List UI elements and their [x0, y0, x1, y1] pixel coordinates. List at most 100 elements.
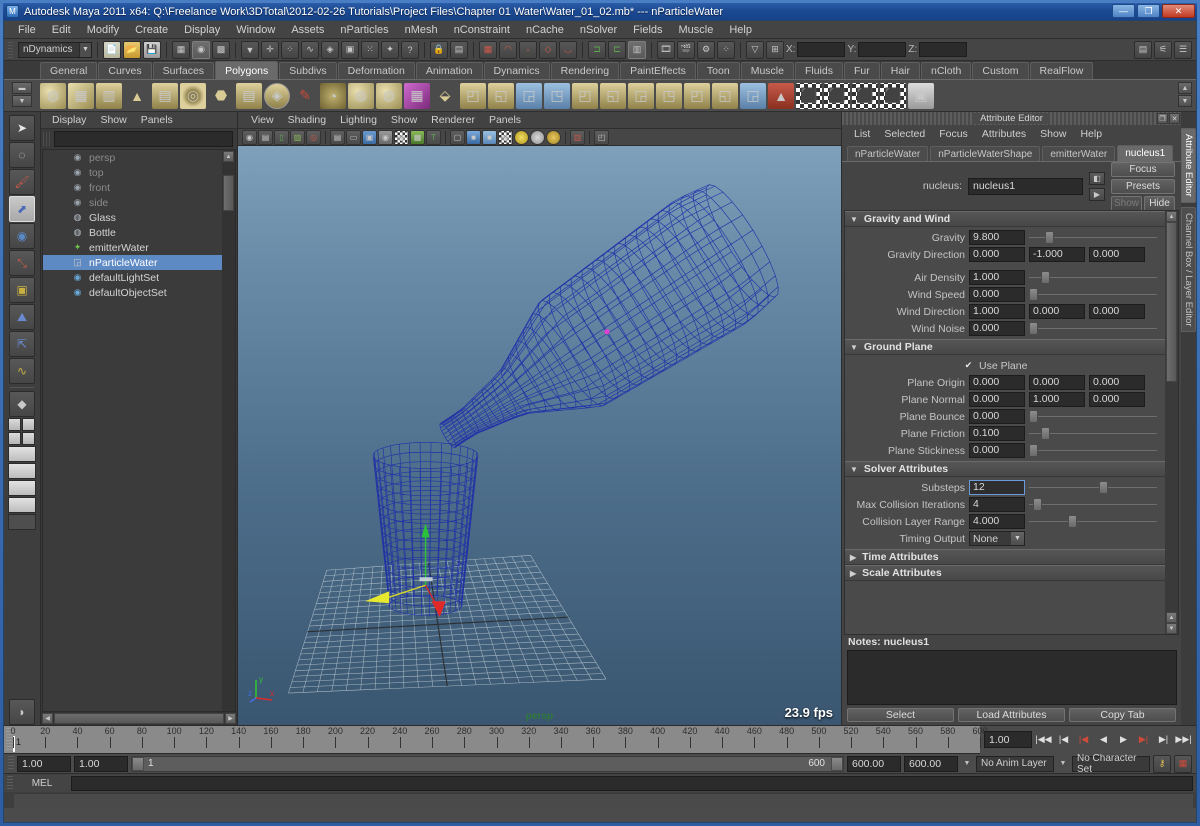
select-tool-icon[interactable]: ➤ [9, 115, 35, 141]
section-header-gravity-and-wind[interactable]: ▼ Gravity and Wind [845, 211, 1165, 227]
rotate-tool-icon[interactable]: ◉ [9, 223, 35, 249]
command-input[interactable] [71, 775, 1193, 791]
playback-end-field[interactable]: 600.00 [847, 755, 901, 772]
menu-modify[interactable]: Modify [79, 21, 127, 39]
poly-sphere-icon[interactable]: ◍ [40, 82, 66, 109]
universal-manipulator-icon[interactable]: ▣ [9, 277, 35, 303]
outliner-menu-display[interactable]: Display [45, 114, 93, 126]
notes-textarea[interactable] [847, 650, 1177, 705]
step-back-frame-icon[interactable]: |◀ [1075, 731, 1092, 748]
smooth-shade-selected-icon[interactable]: ■ [482, 129, 497, 145]
playback-start-field[interactable]: 1.00 [74, 755, 128, 772]
snap-grid-icon[interactable]: ▦ [479, 40, 497, 59]
scroll-left-icon[interactable]: ◀ [42, 713, 53, 724]
shelf-tab-curves[interactable]: Curves [98, 62, 152, 79]
section-header-solver-attributes[interactable]: ▼ Solver Attributes [845, 461, 1165, 477]
attribute-editor-scrollbar[interactable]: ▲ ▲ ▼ [1165, 211, 1178, 634]
slider-handle[interactable] [1029, 444, 1038, 457]
show-button[interactable]: Show [1111, 195, 1142, 211]
uv-spherical-map-icon[interactable]: ⬛ [852, 82, 878, 109]
render-settings-icon[interactable]: ⚙ [697, 40, 715, 59]
layout-quad-tl-icon[interactable] [8, 418, 21, 431]
deform-mask-icon[interactable]: ▣ [341, 40, 359, 59]
slider-handle[interactable] [1099, 481, 1109, 494]
menu-help[interactable]: Help [721, 21, 760, 39]
auto-key-icon[interactable]: ⚷ [1153, 754, 1171, 773]
shelf-tab-general[interactable]: General [40, 62, 98, 79]
use-default-lighting-icon[interactable] [514, 129, 529, 145]
outliner-item-defaultObjectSet[interactable]: ◉ defaultObjectSet [43, 285, 235, 300]
section-header-scale-attributes[interactable]: ▶ Scale Attributes [845, 565, 1165, 581]
single-perspective-view-icon[interactable]: ◆ [9, 391, 35, 417]
poly-cone-icon[interactable]: ▲ [124, 83, 150, 109]
outliner-item-Bottle[interactable]: ◍ Bottle [43, 225, 235, 240]
cut-faces-icon[interactable]: ◰ [684, 82, 710, 109]
slider-handle[interactable] [1044, 231, 1054, 244]
ae-menu-show[interactable]: Show [1033, 128, 1073, 140]
save-scene-icon[interactable]: 💾 [143, 40, 161, 59]
isolate-select-icon[interactable]: ▥ [570, 129, 585, 145]
menu-fields[interactable]: Fields [625, 21, 670, 39]
film-gate-icon[interactable]: ▭ [346, 129, 361, 145]
scroll-down-icon[interactable]: ▼ [1166, 623, 1177, 634]
use-all-lights-icon[interactable] [530, 129, 545, 145]
attribute-value-field-1[interactable]: 0.000 [969, 375, 1025, 390]
slider-handle[interactable] [1068, 515, 1077, 528]
shelf-tab-toon[interactable]: Toon [696, 62, 740, 79]
script-language-label[interactable]: MEL [16, 778, 68, 789]
grid-toggle-icon[interactable]: ▤ [330, 129, 345, 145]
xray-joints-icon[interactable]: ◰ [594, 129, 609, 145]
text-overlay-icon[interactable]: T [426, 129, 441, 145]
lock-icon[interactable]: 🔒 [430, 40, 448, 59]
construction-history-off-icon[interactable]: ⊏ [608, 40, 626, 59]
ae-menu-help[interactable]: Help [1073, 128, 1109, 140]
outliner-item-Glass[interactable]: ◍ Glass [43, 210, 235, 225]
slider-handle[interactable] [1032, 498, 1042, 511]
sculpt-tool-icon[interactable]: ▲ [768, 82, 794, 109]
right-tab-attribute-editor[interactable]: Attribute Editor [1181, 128, 1196, 203]
hide-button[interactable]: Hide [1144, 195, 1175, 211]
viewport-menu-lighting[interactable]: Lighting [333, 114, 384, 126]
shelf-tab-rendering[interactable]: Rendering [550, 62, 620, 79]
ae-menu-attributes[interactable]: Attributes [975, 128, 1033, 140]
scrollbar-thumb[interactable] [1166, 222, 1177, 382]
uv-cylindrical-map-icon[interactable]: ⬛ [824, 82, 850, 109]
smooth-shade-all-icon[interactable]: ■ [466, 129, 481, 145]
poly-prism-icon[interactable]: ◈ [264, 82, 290, 109]
shelf-tab-subdivs[interactable]: Subdivs [279, 62, 337, 79]
poly-cylinder-icon[interactable]: ▥ [96, 82, 122, 109]
range-right-handle[interactable] [831, 756, 843, 771]
attribute-slider[interactable] [1029, 270, 1159, 285]
attribute-value-field-3[interactable]: 0.000 [1089, 392, 1145, 407]
attribute-slider[interactable] [1029, 443, 1159, 458]
outliner-item-emitterWater[interactable]: ✦ emitterWater [43, 240, 235, 255]
poly-cube-icon[interactable]: ▦ [68, 82, 94, 109]
sculpt-geometry-icon[interactable]: ✎ [292, 83, 318, 109]
joint-mask-icon[interactable]: ⁘ [281, 40, 299, 59]
input-line-toggle-icon[interactable]: ▽ [746, 40, 764, 59]
current-frame-field[interactable]: 1.00 [984, 731, 1032, 748]
animation-end-field[interactable]: 600.00 [904, 755, 958, 772]
paint-select-tool-icon[interactable]: 🖌 [9, 169, 35, 195]
show-channel-box-icon[interactable]: ☰ [1174, 40, 1192, 59]
outliner-item-top[interactable]: ◉ top [43, 165, 235, 180]
shelf-tab-deformation[interactable]: Deformation [337, 62, 415, 79]
outliner-horizontal-scrollbar[interactable]: ◀ ▶ [41, 712, 237, 725]
shelf-tab-muscle[interactable]: Muscle [740, 62, 794, 79]
attribute-value-field[interactable]: 4 [969, 497, 1025, 512]
highlight-selection-icon[interactable]: ▤ [450, 40, 468, 59]
outliner-search-input[interactable] [54, 131, 233, 147]
particle-mask-icon[interactable]: ✦ [381, 40, 399, 59]
shelf-editor-icon[interactable]: ▬ [12, 82, 32, 94]
attribute-value-field[interactable]: 9.800 [969, 230, 1025, 245]
maximize-button[interactable]: ❐ [1137, 4, 1160, 18]
attribute-value-field[interactable]: 0.000 [969, 409, 1025, 424]
lasso-select-tool-icon[interactable]: ◌ [9, 142, 35, 168]
slider-handle[interactable] [1029, 288, 1038, 301]
attribute-value-field-2[interactable]: 1.000 [1029, 392, 1085, 407]
menu-nconstraint[interactable]: nConstraint [446, 21, 518, 39]
step-forward-frame-icon[interactable]: ▶| [1135, 731, 1152, 748]
layout-persp-render-icon[interactable] [8, 497, 36, 513]
go-to-start-icon[interactable]: |◀◀ [1035, 731, 1052, 748]
uv-automatic-map-icon[interactable]: ⬛ [880, 82, 906, 109]
